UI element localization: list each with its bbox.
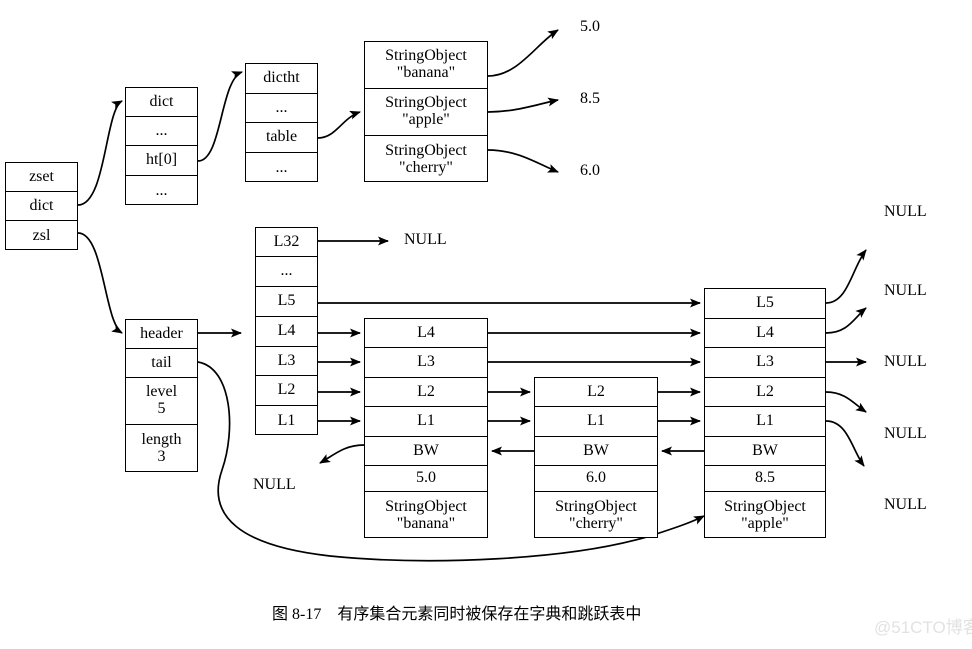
zskiplist-row-tail: tail [126,349,197,378]
apple-backward: BW [705,437,825,466]
arrow-banana-bw-to-null [319,444,365,464]
arrow-apple-l5-null [825,249,867,304]
skiplist-node-banana: L4 L3 L2 L1 BW 5.0 StringObject "banana" [364,318,488,538]
header-level-l2: L2 [256,376,317,406]
dict-struct: dict ... ht[0] ... [125,87,198,205]
null-label-apple-l2: NULL [884,425,927,442]
apple-level-l4: L4 [705,319,825,348]
dict-row-ellipsis-2: ... [155,181,168,199]
arrow-table-to-entries [317,110,361,139]
null-label-apple-l5: NULL [884,203,927,220]
apple-member: StringObject "apple" [724,497,806,532]
dictht-struct: dictht ... table ... [245,63,318,182]
dict-entry-cherry: StringObject "cherry" [385,141,467,176]
dict-entries: StringObject "banana" StringObject "appl… [364,41,488,182]
header-level-l4: L4 [256,317,317,347]
arrow-apple-l4-null [825,307,867,334]
banana-level-l4: L4 [365,319,487,348]
dict-row-name: dict [126,88,197,117]
arrow-apple-to-score [487,97,559,113]
zskiplist-row-header: header [126,320,197,349]
banana-member: StringObject "banana" [385,497,467,532]
cherry-backward: BW [535,437,657,466]
arrow-banana-to-score [487,29,559,77]
header-level-l5: L5 [256,287,317,317]
dict-score-banana: 5.0 [580,18,600,35]
dict-score-cherry: 6.0 [580,162,600,179]
arrow-zset-dict-to-dict [77,100,123,206]
apple-score: 8.5 [705,466,825,492]
dictht-row-ellipsis-1: ... [246,94,317,123]
zset-row-zsl: zsl [32,226,51,244]
cherry-level-l1: L1 [535,407,657,437]
dict-score-apple: 8.5 [580,90,600,107]
dictht-row-name: dictht [246,64,317,94]
null-label-header-l32: NULL [404,231,447,248]
header-level-l3: L3 [256,347,317,376]
header-level-l32: L32 [256,228,317,257]
skiplist-node-cherry: L2 L1 BW 6.0 StringObject "cherry" [534,377,658,538]
cherry-score: 6.0 [535,466,657,492]
apple-level-l2: L2 [705,378,825,407]
arrow-apple-l2-null [825,391,867,413]
figure-canvas: zset dict zsl dict ... ht[0] ... dictht … [0,0,972,649]
banana-backward: BW [365,437,487,466]
banana-level-l3: L3 [365,348,487,378]
dictht-row-table: table [246,123,317,153]
apple-level-l1: L1 [705,407,825,437]
zset-struct: zset dict zsl [5,162,78,250]
header-level-ellipsis: ... [256,257,317,287]
cherry-level-l2: L2 [535,378,657,407]
dict-entry-banana: StringObject "banana" [365,42,487,89]
header-level-l1: L1 [277,411,296,429]
null-label-apple-l3: NULL [884,353,927,370]
arrow-ht0-to-dictht [197,71,243,162]
null-label-apple-l1: NULL [884,496,927,513]
skiplist-node-apple: L5 L4 L3 L2 L1 BW 8.5 StringObject "appl… [704,288,826,538]
null-label-backward-head: NULL [253,476,296,493]
arrow-zsl-to-zskiplist [77,232,123,334]
figure-caption: 图 8-17 有序集合元素同时被保存在字典和跳跃表中 [272,606,642,623]
dict-entry-apple: StringObject "apple" [365,89,487,136]
apple-level-l5: L5 [705,289,825,319]
zset-row-type: zset [6,163,77,192]
zskiplist-row-level: level 5 [126,378,197,425]
arrow-apple-l1-null [825,420,865,467]
banana-level-l2: L2 [365,378,487,407]
banana-level-l1: L1 [365,407,487,437]
zset-row-dict: dict [6,192,77,221]
arrow-cherry-to-score [487,149,559,173]
cherry-member: StringObject "cherry" [555,497,637,532]
dict-row-ellipsis-1: ... [126,117,197,146]
zskiplist-row-length: length 3 [141,431,182,465]
dictht-row-ellipsis-2: ... [275,158,288,176]
site-watermark: @51CTO博客 [874,618,972,637]
null-label-apple-l4: NULL [884,282,927,299]
dict-row-ht0: ht[0] [126,146,197,176]
apple-level-l3: L3 [705,348,825,378]
zskiplist-struct: header tail level 5 length 3 [125,319,198,472]
banana-score: 5.0 [365,466,487,492]
skiplist-header-node: L32 ... L5 L4 L3 L2 L1 [255,227,318,435]
